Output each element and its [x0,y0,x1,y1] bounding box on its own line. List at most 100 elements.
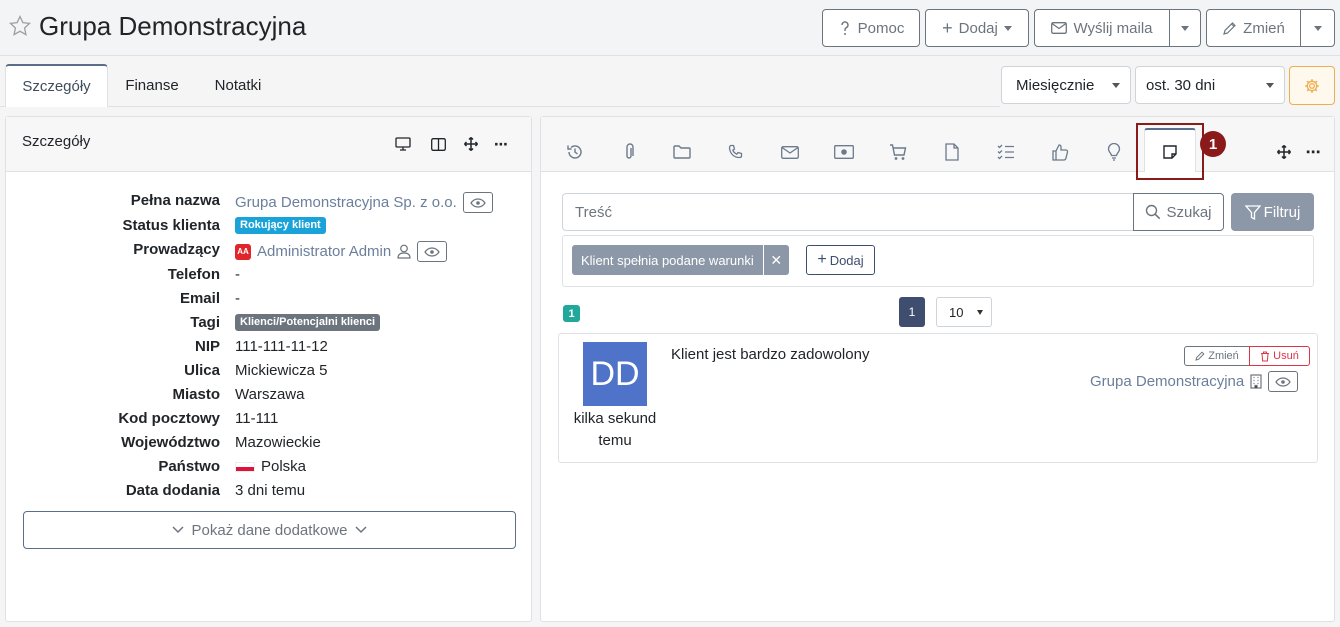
history-icon[interactable] [563,140,587,164]
change-label: Zmień [1243,19,1285,37]
field-value: - [235,266,240,283]
add-label: Dodaj [958,19,998,37]
page-size-select[interactable]: 10 [936,297,992,327]
edit-note-button[interactable]: Zmień [1184,346,1250,366]
close-icon[interactable]: ✕ [762,245,789,275]
field-label: Data dodania [125,482,220,499]
search-button[interactable]: Szukaj [1133,193,1224,231]
change-button[interactable]: Zmień [1206,9,1301,47]
field-row: Data dodania 3 dni temu [6,479,533,503]
send-mail-dropdown[interactable] [1169,9,1201,47]
field-row: Miasto Warszawa [6,383,533,407]
thumbs-up-icon[interactable] [1048,140,1072,164]
question-icon [840,21,849,35]
field-row: Województwo Mazowieckie [6,431,533,455]
chevron-down-icon [355,526,367,534]
envelope-icon [1051,22,1068,34]
field-row: Email - [6,287,533,311]
page-title: Grupa Demonstracyjna [39,11,307,41]
chevron-down-icon [1003,25,1012,31]
full-name-link[interactable]: Grupa Demonstracyjna Sp. z o.o. [235,194,457,211]
desktop-icon[interactable] [393,134,413,154]
user-icon[interactable] [397,244,411,259]
field-value: 3 dni temu [235,482,306,499]
search-label: Szukaj [1166,203,1212,221]
lightbulb-icon[interactable] [1102,140,1126,164]
columns-icon[interactable] [428,134,448,154]
field-row: Prowadzący AA Administrator Admin [6,238,533,262]
activity-panel: 1 ⋯ Szukaj Filtruj Klient spełnia podane… [540,116,1335,622]
owner-link[interactable]: Administrator Admin [257,243,391,260]
field-label: Telefon [167,266,220,283]
tab-finance[interactable]: Finanse [112,64,192,107]
tab-notes[interactable]: Notatki [198,64,278,107]
filter-icon [1244,204,1261,220]
add-condition-label: Dodaj [829,252,864,268]
field-label: Kod pocztowy [118,410,220,427]
range-select[interactable]: ost. 30 dni [1135,66,1285,104]
note-time: kilka sekund temu [573,410,657,449]
help-button[interactable]: Pomoc [822,9,920,47]
owner-avatar: AA [235,243,251,260]
folder-icon[interactable] [670,140,694,164]
condition-chip[interactable]: Klient spełnia podane warunki ✕ [572,245,789,275]
details-panel: Szczegóły ⋯ Pełna nazwa Grupa Demonstrac… [5,116,532,622]
change-dropdown[interactable] [1300,9,1335,47]
field-row: NIP 111-111-11-12 [6,335,533,359]
help-label: Pomoc [857,19,905,37]
field-label: Prowadzący [133,241,220,258]
cart-icon[interactable] [886,140,910,164]
envelope-icon[interactable] [778,140,802,164]
note-client: Grupa Demonstracyjna [1090,371,1299,392]
eye-icon[interactable] [462,192,493,213]
send-mail-button[interactable]: Wyślij maila [1034,9,1170,47]
author-avatar: DD [583,342,647,406]
field-row: Telefon - [6,263,533,287]
edit-label: Zmień [1208,350,1239,362]
field-value: Warszawa [235,386,305,403]
annotation-highlight [1136,123,1204,180]
eye-icon[interactable] [417,241,448,262]
tab-details[interactable]: Szczegóły [5,64,108,107]
move-icon[interactable] [461,134,481,154]
activity-tabs: 1 ⋯ [541,117,1334,180]
tab-label: Notatki [214,77,262,94]
eye-icon[interactable] [1268,371,1299,392]
checklist-icon[interactable] [994,140,1018,164]
page-header: Grupa Demonstracyjna Pomoc + Dodaj Wyśli… [0,0,1340,56]
phone-icon[interactable] [724,140,748,164]
add-button[interactable]: + Dodaj [925,9,1029,47]
add-condition-button[interactable]: + Dodaj [806,245,875,275]
tab-label: Szczegóły [22,78,91,95]
more-options-icon[interactable]: ⋯ [1301,140,1325,164]
filter-button[interactable]: Filtruj [1231,193,1314,231]
more-options-icon[interactable]: ⋯ [491,134,511,154]
field-value: Mickiewicza 5 [235,362,328,379]
page-size-value: 10 [949,304,964,320]
field-label: NIP [194,338,220,355]
chevron-down-icon [1112,83,1120,88]
note-text: Klient jest bardzo zadowolony [671,346,870,363]
plus-icon: + [942,17,953,38]
plus-icon: + [817,251,827,268]
move-icon[interactable] [1272,140,1296,164]
show-more-button[interactable]: Pokaż dane dodatkowe [23,511,516,549]
show-more-label: Pokaż dane dodatkowe [191,521,348,539]
filter-label: Filtruj [1263,203,1301,221]
search-input[interactable] [562,193,1134,231]
client-link[interactable]: Grupa Demonstracyjna [1090,373,1244,390]
cash-icon[interactable] [832,140,856,164]
period-select[interactable]: Miesięcznie [1001,66,1131,104]
field-label: Miasto [172,386,220,403]
delete-note-button[interactable]: Usuń [1249,346,1310,366]
favorite-star-icon[interactable] [8,14,32,42]
page-button[interactable]: 1 [899,297,925,327]
paperclip-icon[interactable] [617,140,641,164]
field-label: Państwo [158,458,220,475]
field-label: Status klienta [122,217,220,234]
document-icon[interactable] [940,140,964,164]
settings-button[interactable] [1289,66,1335,105]
pencil-icon [1195,351,1205,361]
conditions-box: Klient spełnia podane warunki ✕ + Dodaj [562,235,1314,287]
search-icon [1146,204,1161,220]
